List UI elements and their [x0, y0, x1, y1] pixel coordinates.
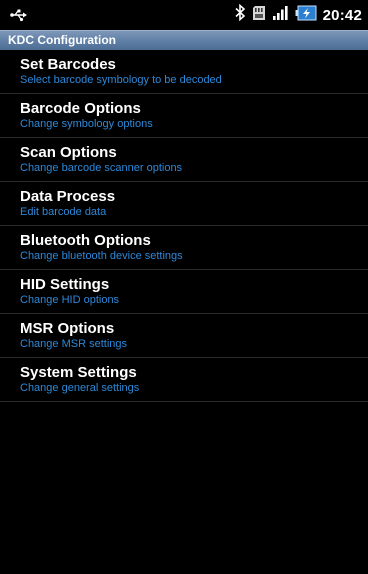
- menu-item-subtitle: Change MSR settings: [20, 338, 127, 350]
- menu-item-title: Data Process: [20, 188, 116, 205]
- signal-icon: [272, 5, 289, 26]
- menu-item-title: HID Settings: [20, 276, 110, 293]
- menu-item-scan-options[interactable]: Scan Options Change barcode scanner opti…: [0, 138, 368, 182]
- menu-item-title: Set Barcodes: [20, 56, 116, 73]
- battery-icon: [295, 5, 317, 26]
- menu-item-set-barcodes[interactable]: Set Barcodes Select barcode symbology to…: [0, 50, 368, 94]
- app-title: KDC Configuration: [8, 33, 116, 47]
- menu-item-title: Bluetooth Options: [20, 232, 151, 249]
- menu-item-subtitle: Select barcode symbology to be decoded: [20, 74, 222, 86]
- menu-item-barcode-options[interactable]: Barcode Options Change symbology options: [0, 94, 368, 138]
- menu-item-title: Barcode Options: [20, 100, 141, 117]
- menu-item-subtitle: Change bluetooth device settings: [20, 250, 183, 262]
- bluetooth-icon: [235, 3, 246, 26]
- menu-item-hid-settings[interactable]: HID Settings Change HID options: [0, 270, 368, 314]
- menu-item-system-settings[interactable]: System Settings Change general settings: [0, 358, 368, 402]
- menu-item-subtitle: Change barcode scanner options: [20, 162, 183, 174]
- menu-item-subtitle: Change general settings: [20, 382, 140, 394]
- menu-item-subtitle: Change symbology options: [20, 118, 153, 130]
- menu-item-subtitle: Edit barcode data: [20, 206, 107, 218]
- menu-item-msr-options[interactable]: MSR Options Change MSR settings: [0, 314, 368, 358]
- sd-card-icon: [252, 5, 266, 26]
- menu-item-title: System Settings: [20, 364, 137, 381]
- app-title-bar: KDC Configuration: [0, 30, 368, 50]
- menu-item-bluetooth-options[interactable]: Bluetooth Options Change bluetooth devic…: [0, 226, 368, 270]
- clock: 20:42: [322, 6, 362, 24]
- status-bar: 20:42: [0, 0, 368, 30]
- settings-menu: Set Barcodes Select barcode symbology to…: [0, 50, 368, 402]
- menu-item-title: Scan Options: [20, 144, 117, 161]
- usb-icon: [10, 8, 28, 22]
- status-icons: 20:42: [229, 3, 362, 26]
- menu-item-title: MSR Options: [20, 320, 115, 337]
- menu-item-subtitle: Change HID options: [20, 294, 120, 306]
- menu-item-data-process[interactable]: Data Process Edit barcode data: [0, 182, 368, 226]
